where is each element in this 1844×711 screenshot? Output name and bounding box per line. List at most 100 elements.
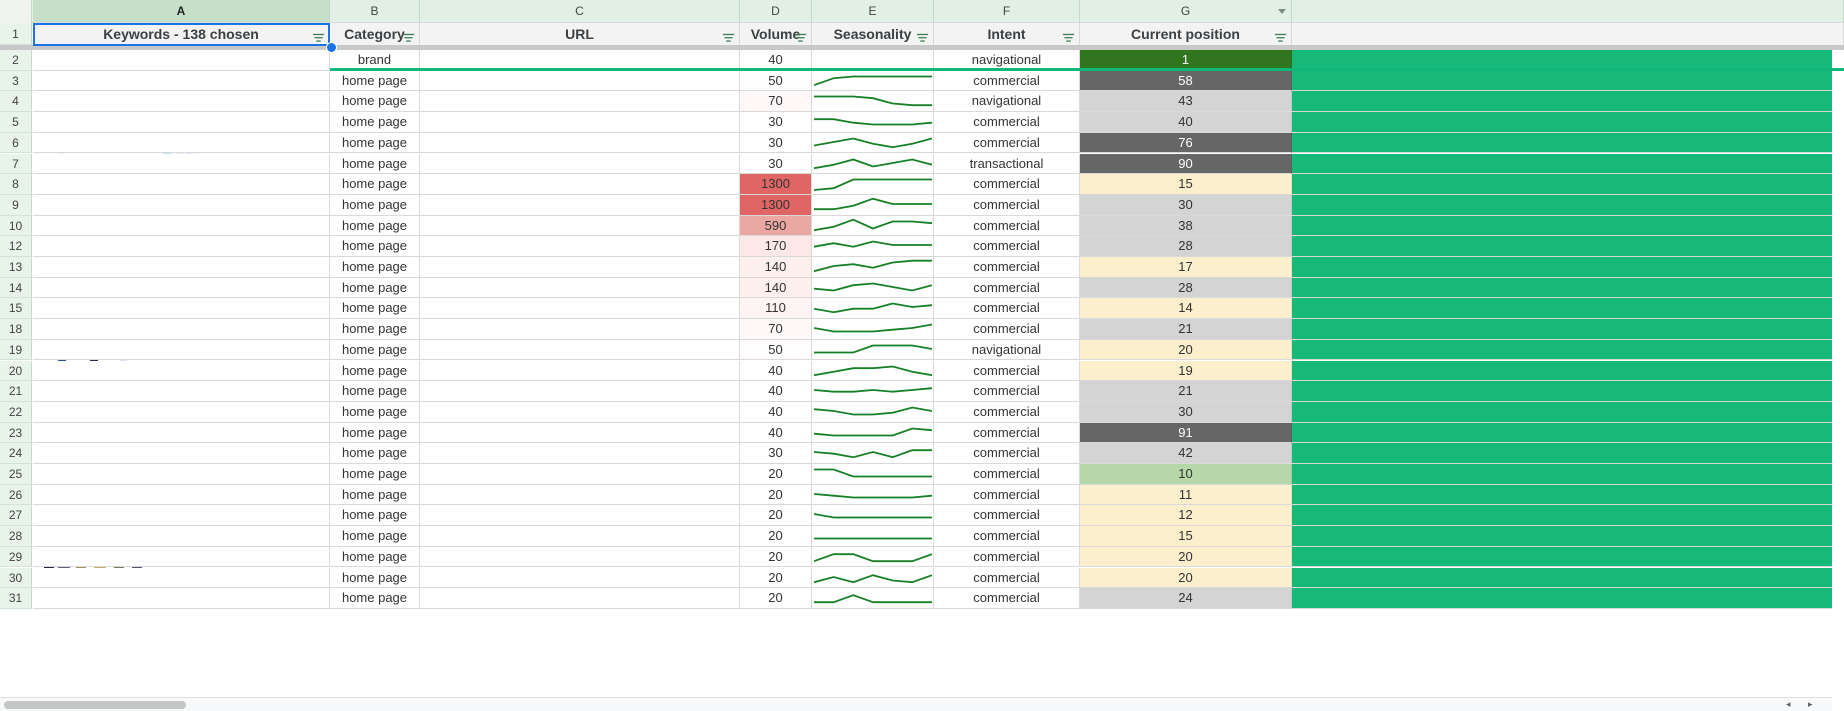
cell-url-row-10[interactable] (420, 215, 740, 237)
cell-intent-row-22[interactable]: commercial (934, 401, 1080, 423)
selected-cell-a1[interactable] (33, 23, 330, 46)
cell-keyword-row-15[interactable] (33, 298, 330, 320)
cell-intent-row-6[interactable]: commercial (934, 132, 1080, 154)
header-cell-e[interactable]: Seasonality (812, 23, 934, 45)
cell-intent-row-10[interactable]: commercial (934, 215, 1080, 237)
cell-intent-row-4[interactable]: navigational (934, 91, 1080, 113)
cell-category-row-28[interactable]: home page (330, 526, 420, 547)
cell-category-row-19[interactable]: home page (330, 339, 420, 361)
cell-category-row-3[interactable]: home page (330, 70, 420, 92)
cell-keyword-row-23[interactable] (33, 422, 330, 444)
cell-url-row-29[interactable] (420, 546, 740, 568)
cell-intent-row-29[interactable]: commercial (934, 546, 1080, 568)
cell-keyword-row-14[interactable] (33, 277, 330, 299)
cell-url-row-18[interactable] (420, 319, 740, 340)
cell-position-row-25[interactable]: 10 (1080, 464, 1292, 485)
cell-category-row-18[interactable]: home page (330, 319, 420, 340)
cell-position-row-10[interactable]: 38 (1080, 215, 1292, 237)
cell-volume-row-24[interactable]: 30 (740, 443, 812, 464)
cell-keyword-row-12[interactable] (33, 236, 330, 257)
cell-intent-row-15[interactable]: commercial (934, 298, 1080, 320)
row-header-29[interactable]: 29 (0, 546, 32, 568)
scroll-nav-arrows[interactable]: ◂ ▸ (1786, 698, 1826, 710)
cell-intent-row-8[interactable]: commercial (934, 174, 1080, 195)
cell-extra-row-7[interactable] (1292, 153, 1832, 175)
cell-extra-row-31[interactable] (1292, 588, 1832, 609)
column-header-b[interactable]: B (330, 0, 420, 23)
cell-intent-row-18[interactable]: commercial (934, 319, 1080, 340)
header-cell-b[interactable]: Category (330, 23, 420, 45)
horizontal-scrollbar[interactable]: ◂ ▸ (0, 697, 1832, 711)
cell-category-row-12[interactable]: home page (330, 236, 420, 257)
cell-extra-row-22[interactable] (1292, 401, 1832, 423)
cell-position-row-9[interactable]: 30 (1080, 194, 1292, 216)
cell-volume-row-3[interactable]: 50 (740, 70, 812, 92)
cell-keyword-row-21[interactable] (33, 381, 330, 402)
cell-keyword-row-26[interactable] (33, 484, 330, 506)
cell-category-row-6[interactable]: home page (330, 132, 420, 154)
cell-extra-row-27[interactable] (1292, 505, 1832, 527)
cell-intent-row-5[interactable]: commercial (934, 112, 1080, 133)
cell-keyword-row-10[interactable] (33, 215, 330, 237)
cell-volume-row-7[interactable]: 30 (740, 153, 812, 175)
row-header-27[interactable]: 27 (0, 505, 32, 527)
cell-volume-row-20[interactable]: 40 (740, 360, 812, 382)
column-header-g[interactable]: G (1080, 0, 1292, 23)
cell-extra-row-13[interactable] (1292, 257, 1832, 278)
cell-url-row-30[interactable] (420, 567, 740, 589)
cell-position-row-5[interactable]: 40 (1080, 112, 1292, 133)
cell-keyword-row-24[interactable] (33, 443, 330, 464)
cell-volume-row-30[interactable]: 20 (740, 567, 812, 589)
row-header-22[interactable]: 22 (0, 401, 32, 423)
cell-intent-row-7[interactable]: transactional (934, 153, 1080, 175)
cell-intent-row-30[interactable]: commercial (934, 567, 1080, 589)
cell-category-row-5[interactable]: home page (330, 112, 420, 133)
cell-keyword-row-13[interactable] (33, 257, 330, 278)
column-header-h[interactable] (1292, 0, 1844, 23)
row-header-15[interactable]: 15 (0, 298, 32, 320)
cell-position-row-23[interactable]: 91 (1080, 422, 1292, 444)
row-header-14[interactable]: 14 (0, 277, 32, 299)
cell-intent-row-14[interactable]: commercial (934, 277, 1080, 299)
row-header-19[interactable]: 19 (0, 339, 32, 361)
cell-position-row-31[interactable]: 24 (1080, 588, 1292, 609)
cell-keyword-row-27[interactable] (33, 505, 330, 527)
cell-volume-row-19[interactable]: 50 (740, 339, 812, 361)
cell-category-row-25[interactable]: home page (330, 464, 420, 485)
cell-position-row-29[interactable]: 20 (1080, 546, 1292, 568)
cell-url-row-9[interactable] (420, 194, 740, 216)
cell-keyword-row-30[interactable] (33, 567, 330, 589)
cell-url-row-3[interactable] (420, 70, 740, 92)
cell-position-row-7[interactable]: 90 (1080, 153, 1292, 175)
cell-category-row-23[interactable]: home page (330, 422, 420, 444)
selection-fill-handle[interactable] (326, 42, 337, 53)
cell-extra-row-26[interactable] (1292, 484, 1832, 506)
cell-url-row-13[interactable] (420, 257, 740, 278)
column-header-f[interactable]: F (934, 0, 1080, 23)
row-header-4[interactable]: 4 (0, 91, 32, 113)
cell-url-row-26[interactable] (420, 484, 740, 506)
cell-extra-row-12[interactable] (1292, 236, 1832, 257)
header-cell-d[interactable]: Volume (740, 23, 812, 45)
cell-extra-row-20[interactable] (1292, 360, 1832, 382)
cell-volume-row-27[interactable]: 20 (740, 505, 812, 527)
filter-icon[interactable] (402, 28, 415, 42)
cell-category-row-26[interactable]: home page (330, 484, 420, 506)
cell-keyword-row-25[interactable] (33, 464, 330, 485)
cell-extra-row-25[interactable] (1292, 464, 1832, 485)
cell-category-row-24[interactable]: home page (330, 443, 420, 464)
cell-position-row-28[interactable]: 15 (1080, 526, 1292, 547)
column-header-e[interactable]: E (812, 0, 934, 23)
cell-volume-row-28[interactable]: 20 (740, 526, 812, 547)
cell-position-row-22[interactable]: 30 (1080, 401, 1292, 423)
filter-icon[interactable] (722, 28, 735, 42)
cell-category-row-15[interactable]: home page (330, 298, 420, 320)
cell-position-row-14[interactable]: 28 (1080, 277, 1292, 299)
cell-category-row-13[interactable]: home page (330, 257, 420, 278)
row-header-18[interactable]: 18 (0, 319, 32, 340)
cell-volume-row-5[interactable]: 30 (740, 112, 812, 133)
cell-url-row-15[interactable] (420, 298, 740, 320)
cell-volume-row-21[interactable]: 40 (740, 381, 812, 402)
cell-position-row-8[interactable]: 15 (1080, 174, 1292, 195)
cell-keyword-row-6[interactable] (33, 132, 330, 154)
